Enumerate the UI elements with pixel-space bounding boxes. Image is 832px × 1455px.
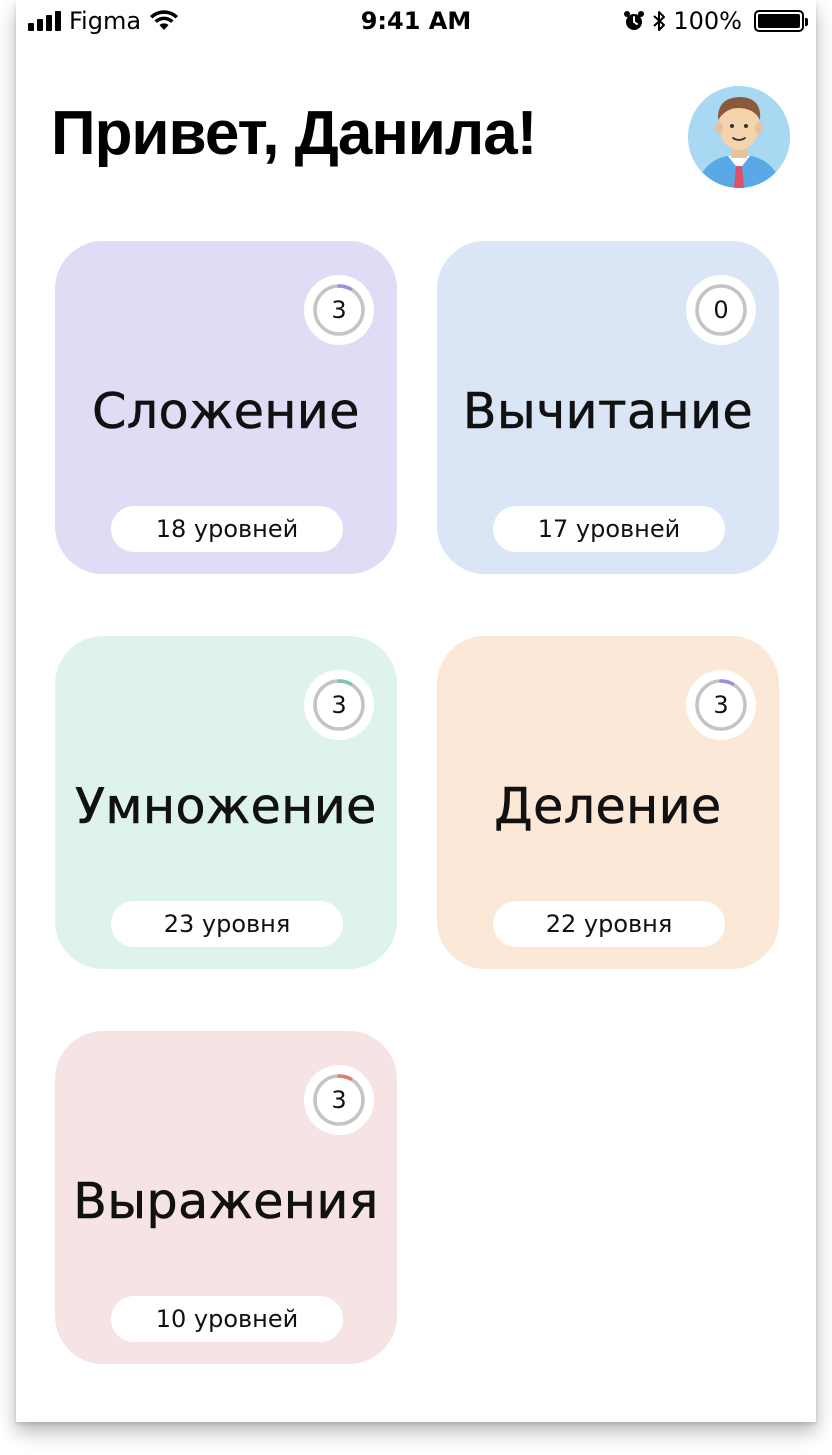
progress-ring: 3 bbox=[304, 1065, 374, 1135]
alarm-icon bbox=[624, 11, 645, 30]
progress-ring: 3 bbox=[304, 670, 374, 740]
levels-count-pill: 22 уровня bbox=[493, 901, 725, 947]
status-bar: Figma 9:41 AM 100% bbox=[16, 0, 816, 44]
progress-count: 3 bbox=[331, 296, 347, 324]
topic-card-expressions[interactable]: 3 Выражения 10 уровней bbox=[55, 1031, 397, 1364]
status-bar-right: 100% bbox=[623, 6, 808, 36]
topic-title: Выражения bbox=[73, 1173, 379, 1231]
progress-ring: 3 bbox=[304, 275, 374, 345]
app-screen: Figma 9:41 AM 100% Привет, Данила! 3 Сло… bbox=[16, 0, 816, 1422]
progress-ring: 3 bbox=[686, 670, 756, 740]
topic-card-multiplication[interactable]: 3 Умножение 23 уровня bbox=[55, 636, 397, 969]
page-title: Привет, Данила! bbox=[51, 99, 537, 168]
topic-title: Вычитание bbox=[462, 383, 754, 441]
levels-count-pill: 17 уровней bbox=[493, 506, 725, 552]
topic-card-addition[interactable]: 3 Сложение 18 уровней bbox=[55, 241, 397, 574]
progress-count: 3 bbox=[713, 691, 729, 719]
progress-count: 3 bbox=[331, 691, 347, 719]
topic-card-division[interactable]: 3 Деление 22 уровня bbox=[437, 636, 779, 969]
topic-title: Деление bbox=[494, 778, 722, 836]
progress-ring: 0 bbox=[686, 275, 756, 345]
topic-title: Умножение bbox=[75, 778, 377, 836]
levels-count-pill: 10 уровней bbox=[111, 1296, 343, 1342]
progress-count: 0 bbox=[713, 296, 729, 324]
user-avatar-icon[interactable] bbox=[688, 86, 790, 188]
battery-icon bbox=[754, 10, 808, 32]
bluetooth-icon bbox=[653, 11, 666, 31]
progress-count: 3 bbox=[331, 1086, 347, 1114]
topic-card-subtraction[interactable]: 0 Вычитание 17 уровней bbox=[437, 241, 779, 574]
levels-count-pill: 23 уровня bbox=[111, 901, 343, 947]
levels-count-pill: 18 уровней bbox=[111, 506, 343, 552]
topic-title: Сложение bbox=[92, 383, 360, 441]
battery-percent: 100% bbox=[673, 7, 742, 35]
